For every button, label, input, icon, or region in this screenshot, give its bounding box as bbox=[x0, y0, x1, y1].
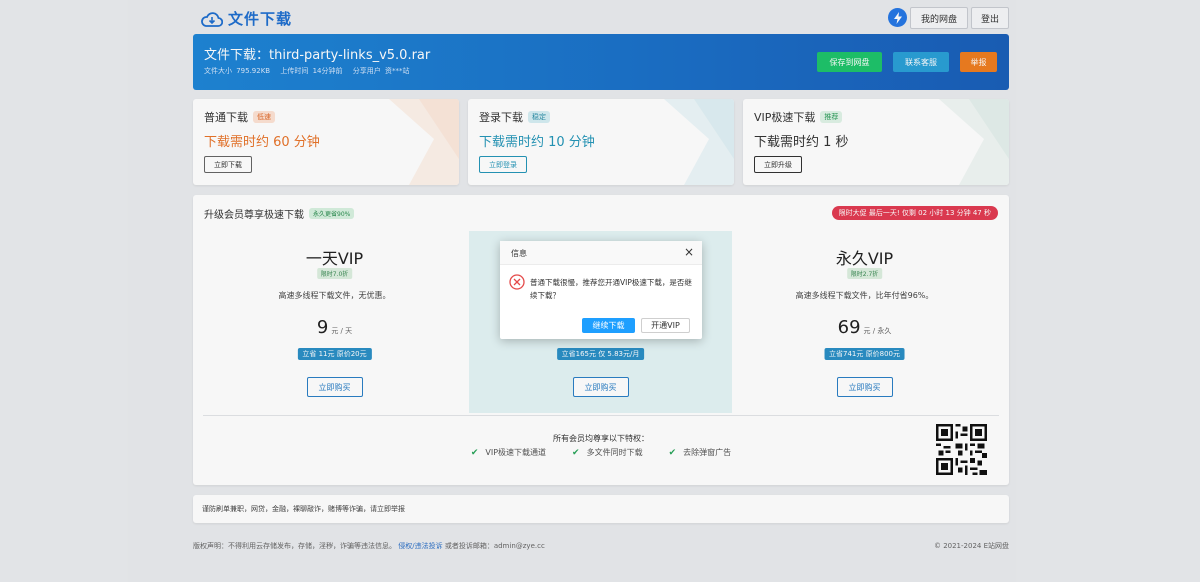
dialog-header: 信息 × bbox=[500, 241, 702, 265]
error-circle-icon bbox=[509, 274, 525, 290]
dialog-message: 普通下载很慢，推荐您开通VIP极速下载，是否继续下载？ bbox=[530, 278, 692, 300]
page: 文件下载 我的网盘 登出 文件下载：third-party-links_v5.0… bbox=[0, 0, 1200, 582]
continue-download-button[interactable]: 继续下载 bbox=[582, 318, 635, 333]
close-icon[interactable]: × bbox=[684, 245, 694, 259]
dialog-title: 信息 bbox=[511, 249, 527, 258]
open-vip-button[interactable]: 开通VIP bbox=[641, 318, 690, 333]
info-dialog: 信息 × 普通下载很慢，推荐您开通VIP极速下载，是否继续下载？ 继续下载 开通… bbox=[500, 241, 702, 339]
